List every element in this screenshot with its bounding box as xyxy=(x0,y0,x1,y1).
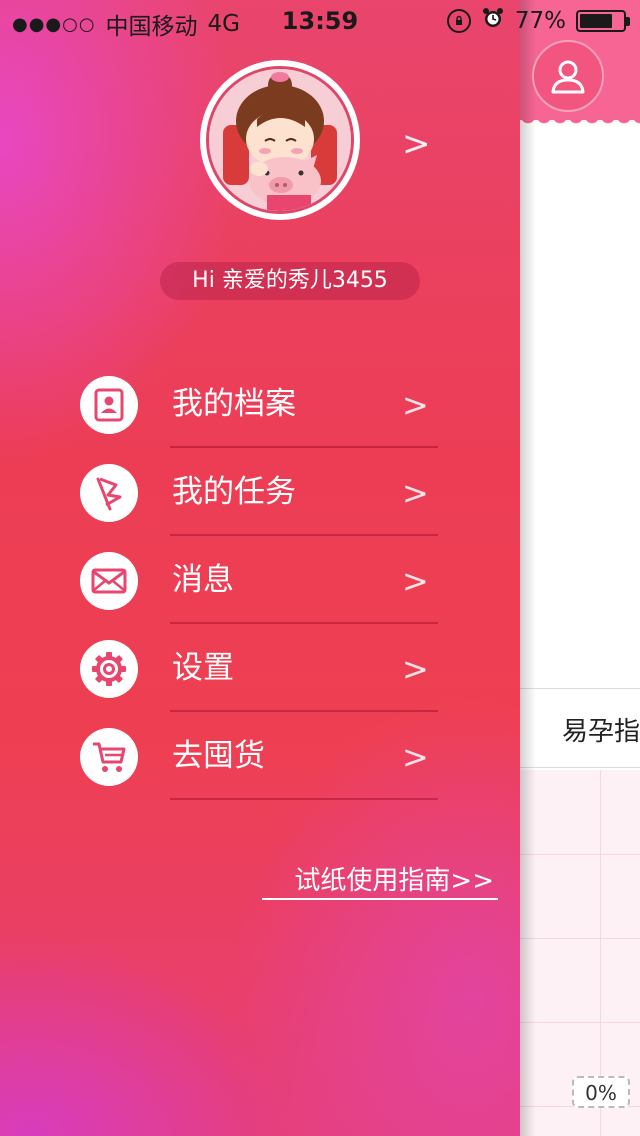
menu-item-my-tasks[interactable]: 我的任务 > xyxy=(0,448,520,536)
menu-item-label: 去囤货 xyxy=(172,738,265,774)
chevron-right-icon: > xyxy=(402,650,429,688)
battery-icon xyxy=(576,10,630,32)
test-strip-guide-link[interactable]: 试纸使用指南>> xyxy=(262,864,498,900)
progress-badge: 0% xyxy=(572,1076,630,1108)
chevron-right-icon: > xyxy=(402,562,429,600)
avatar[interactable] xyxy=(200,60,360,220)
rotation-lock-icon xyxy=(446,9,471,33)
flag-icon xyxy=(80,464,138,522)
menu-item-messages[interactable]: 消息 > xyxy=(0,536,520,624)
user-icon[interactable] xyxy=(532,40,604,112)
tab-fertility-guide[interactable]: 易孕指 xyxy=(520,688,640,768)
chevron-right-icon: > xyxy=(402,474,429,512)
header-scallop-border xyxy=(520,116,640,128)
user-greeting: Hi 亲爱的秀儿3455 xyxy=(160,262,420,300)
cart-icon xyxy=(80,728,138,786)
chevron-right-icon: > xyxy=(402,738,429,776)
drawer-menu: 我的档案 > 我的任务 > 消息 > 设置 > 去囤货 > xyxy=(0,360,520,800)
menu-item-label: 设置 xyxy=(172,650,234,686)
alarm-clock-icon xyxy=(481,6,505,36)
main-panel: 易孕指 0% xyxy=(520,0,640,1136)
drawer-shadow xyxy=(520,0,536,1136)
divider xyxy=(170,798,438,800)
menu-item-label: 我的任务 xyxy=(172,474,296,510)
menu-item-label: 我的档案 xyxy=(172,386,296,422)
status-bar: ●●●○○ 中国移动 4G 13:59 77% xyxy=(0,0,640,40)
battery-percent: 77% xyxy=(514,8,566,34)
menu-item-label: 消息 xyxy=(172,562,234,598)
profile-card-icon xyxy=(80,376,138,434)
menu-item-settings[interactable]: 设置 > xyxy=(0,624,520,712)
envelope-icon xyxy=(80,552,138,610)
chevron-right-icon: > xyxy=(402,386,429,424)
tab-label: 易孕指 xyxy=(562,717,640,747)
menu-item-my-profile[interactable]: 我的档案 > xyxy=(0,360,520,448)
side-drawer: > Hi 亲爱的秀儿3455 我的档案 > 我的任务 > 消息 > 设置 > 去… xyxy=(0,0,520,1136)
gear-icon xyxy=(80,640,138,698)
profile-arrow-icon[interactable]: > xyxy=(402,124,431,164)
menu-item-shopping[interactable]: 去囤货 > xyxy=(0,712,520,800)
avatar-image xyxy=(206,66,354,214)
